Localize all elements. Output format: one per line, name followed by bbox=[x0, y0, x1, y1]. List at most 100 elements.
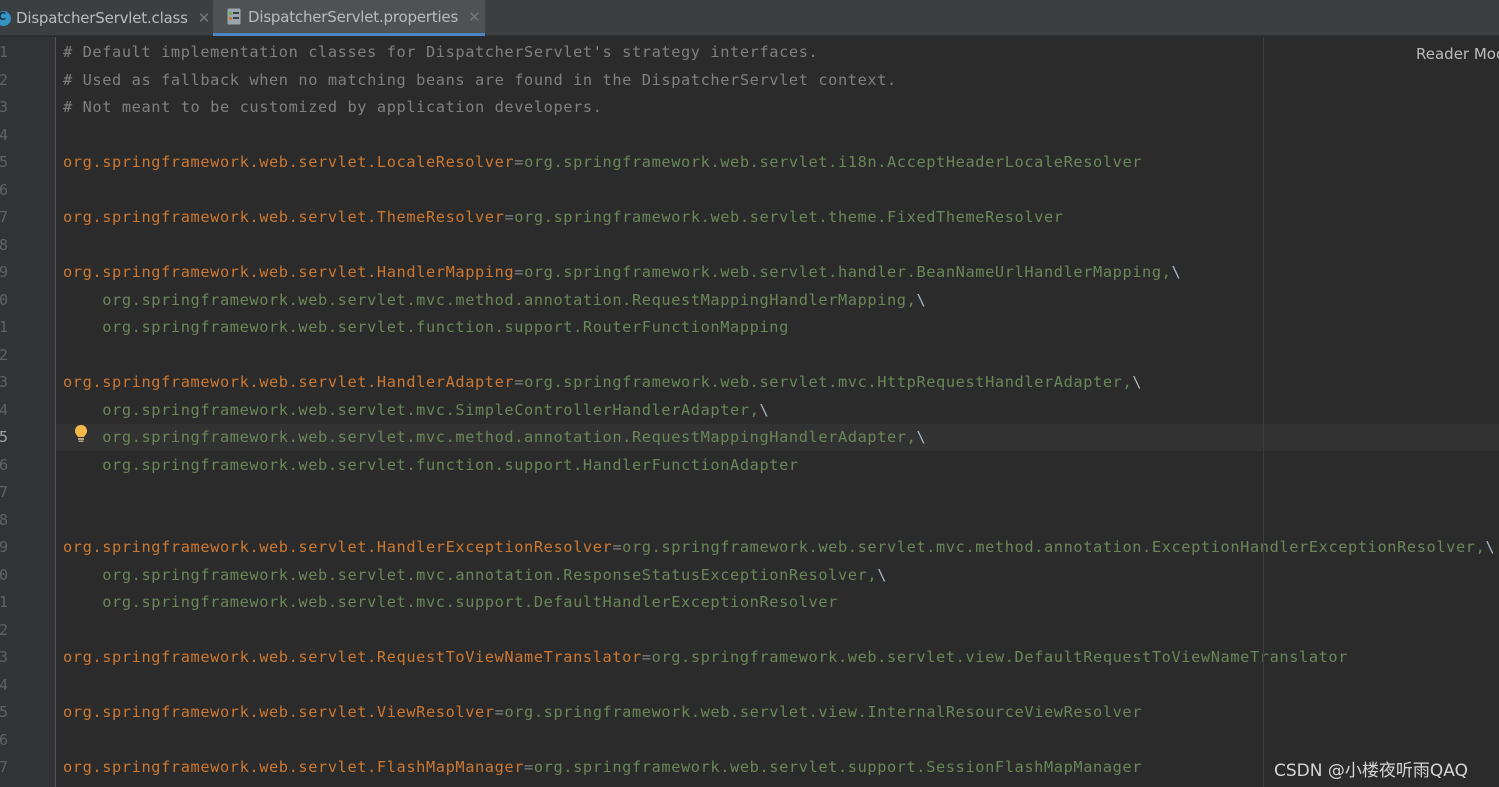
code-editor[interactable]: # Default implementation classes for Dis… bbox=[56, 37, 1499, 787]
line-number: 26 bbox=[0, 730, 8, 749]
tab-dispatcherservlet-class[interactable]: DispatcherServlet.class ✕ bbox=[0, 0, 211, 36]
assignment-operator: = bbox=[641, 648, 652, 666]
property-key: org.springframework.web.servlet.LocaleRe… bbox=[63, 153, 515, 171]
editor-tab-bar: DispatcherServlet.class ✕ DispatcherServ… bbox=[0, 0, 1499, 36]
line-number: 2 bbox=[0, 70, 8, 89]
java-class-icon bbox=[0, 10, 11, 26]
assignment-operator: = bbox=[494, 703, 505, 721]
line-number: 11 bbox=[0, 318, 8, 336]
tab-dispatcherservlet-properties[interactable]: DispatcherServlet.properties ✕ bbox=[213, 0, 485, 36]
comment-text: # Default implementation classes for Dis… bbox=[63, 43, 819, 61]
assignment-operator: = bbox=[612, 538, 623, 556]
line-number: 6 bbox=[0, 180, 8, 199]
line-number: 23 bbox=[0, 648, 8, 666]
code-line: # Used as fallback when no matching bean… bbox=[63, 70, 897, 90]
properties-file-icon bbox=[227, 8, 241, 25]
property-value: org.springframework.web.servlet.i18n.Acc… bbox=[524, 153, 1143, 171]
line-number: 14 bbox=[0, 400, 8, 419]
line-continuation: \ bbox=[877, 565, 888, 584]
line-number: 8 bbox=[0, 235, 8, 254]
property-value: org.springframework.web.servlet.mvc.Http… bbox=[524, 373, 1133, 391]
line-number: 13 bbox=[0, 373, 8, 391]
line-number: 15 bbox=[0, 428, 8, 446]
line-number-gutter: 1234567891011121314151617181920212223242… bbox=[0, 37, 55, 787]
property-key: org.springframework.web.servlet.ThemeRes… bbox=[63, 208, 505, 226]
property-value: org.springframework.web.servlet.mvc.meth… bbox=[63, 290, 917, 309]
property-value: org.springframework.web.servlet.mvc.Simp… bbox=[63, 400, 760, 419]
line-number: 18 bbox=[0, 510, 8, 529]
assignment-operator: = bbox=[514, 263, 525, 281]
property-key: org.springframework.web.servlet.HandlerM… bbox=[63, 263, 515, 281]
code-line: org.springframework.web.servlet.mvc.anno… bbox=[63, 565, 887, 585]
property-key: org.springframework.web.servlet.HandlerA… bbox=[63, 373, 515, 391]
line-number: 4 bbox=[0, 125, 8, 144]
assignment-operator: = bbox=[504, 208, 515, 226]
code-line: org.springframework.web.servlet.HandlerM… bbox=[63, 262, 1181, 282]
close-tab-icon[interactable]: ✕ bbox=[198, 9, 211, 27]
property-value: org.springframework.web.servlet.view.Def… bbox=[651, 648, 1349, 666]
line-number: 5 bbox=[0, 153, 8, 171]
assignment-operator: = bbox=[524, 758, 534, 776]
property-key: org.springframework.web.servlet.HandlerE… bbox=[63, 538, 613, 556]
code-line: org.springframework.web.servlet.FlashMap… bbox=[63, 757, 1142, 777]
property-value: org.springframework.web.servlet.mvc.anno… bbox=[63, 565, 878, 584]
property-value: org.springframework.web.servlet.mvc.meth… bbox=[622, 538, 1486, 556]
right-margin-guide bbox=[1263, 37, 1264, 787]
code-line: org.springframework.web.servlet.HandlerE… bbox=[63, 537, 1495, 557]
code-line: org.springframework.web.servlet.HandlerA… bbox=[63, 372, 1142, 392]
line-continuation: \ bbox=[1171, 263, 1182, 281]
line-number: 7 bbox=[0, 208, 8, 226]
property-value: org.springframework.web.servlet.mvc.meth… bbox=[63, 428, 917, 446]
property-value: org.springframework.web.servlet.function… bbox=[63, 318, 789, 336]
property-value: org.springframework.web.servlet.handler.… bbox=[524, 263, 1172, 281]
line-number: 1 bbox=[0, 43, 8, 61]
line-number: 12 bbox=[0, 345, 8, 364]
code-line: org.springframework.web.servlet.function… bbox=[63, 455, 799, 475]
line-number: 22 bbox=[0, 620, 8, 639]
comment-text: # Not meant to be customized by applicat… bbox=[63, 98, 603, 116]
line-number: 3 bbox=[0, 98, 8, 116]
assignment-operator: = bbox=[514, 153, 525, 171]
line-continuation: \ bbox=[1485, 538, 1496, 556]
code-line: org.springframework.web.servlet.RequestT… bbox=[63, 647, 1348, 667]
code-line: org.springframework.web.servlet.mvc.supp… bbox=[63, 592, 838, 612]
property-value: org.springframework.web.servlet.theme.Fi… bbox=[514, 208, 1064, 226]
code-line: org.springframework.web.servlet.LocaleRe… bbox=[63, 152, 1142, 172]
line-continuation: \ bbox=[916, 290, 927, 309]
code-line: # Not meant to be customized by applicat… bbox=[63, 97, 603, 117]
code-line: org.springframework.web.servlet.function… bbox=[63, 317, 789, 337]
tab-label: DispatcherServlet.properties bbox=[248, 7, 459, 26]
code-line: org.springframework.web.servlet.mvc.meth… bbox=[63, 290, 926, 310]
assignment-operator: = bbox=[514, 373, 525, 391]
code-line: org.springframework.web.servlet.mvc.Simp… bbox=[63, 400, 769, 420]
watermark: CSDN @小楼夜听雨QAQ bbox=[1274, 761, 1468, 781]
property-value: org.springframework.web.servlet.mvc.supp… bbox=[63, 593, 838, 611]
property-key: org.springframework.web.servlet.ViewReso… bbox=[63, 703, 495, 721]
line-number: 9 bbox=[0, 263, 8, 281]
tab-label: DispatcherServlet.class bbox=[16, 9, 188, 27]
reader-mode-button[interactable]: Reader Mode bbox=[1416, 45, 1499, 63]
line-number: 25 bbox=[0, 703, 8, 721]
line-number: 19 bbox=[0, 538, 8, 556]
code-line: org.springframework.web.servlet.ThemeRes… bbox=[63, 207, 1064, 227]
property-value: org.springframework.web.servlet.support.… bbox=[533, 758, 1143, 776]
line-number: 10 bbox=[0, 290, 8, 309]
code-line: org.springframework.web.servlet.mvc.meth… bbox=[63, 427, 926, 447]
line-number: 17 bbox=[0, 483, 8, 501]
close-tab-icon[interactable]: ✕ bbox=[468, 8, 481, 26]
property-key: org.springframework.web.servlet.FlashMap… bbox=[63, 758, 525, 776]
line-number: 20 bbox=[0, 565, 8, 584]
property-value: org.springframework.web.servlet.view.Int… bbox=[504, 703, 1143, 721]
code-line: # Default implementation classes for Dis… bbox=[63, 42, 818, 62]
line-continuation: \ bbox=[916, 428, 927, 446]
property-value: org.springframework.web.servlet.function… bbox=[63, 455, 799, 474]
line-number: 27 bbox=[0, 758, 8, 776]
line-continuation: \ bbox=[1132, 373, 1143, 391]
code-line: org.springframework.web.servlet.ViewReso… bbox=[63, 702, 1142, 722]
property-key: org.springframework.web.servlet.RequestT… bbox=[63, 648, 642, 666]
line-number: 21 bbox=[0, 593, 8, 611]
line-number: 24 bbox=[0, 675, 8, 694]
intention-bulb-icon[interactable] bbox=[73, 424, 89, 444]
line-continuation: \ bbox=[759, 400, 770, 419]
line-number: 16 bbox=[0, 455, 8, 474]
